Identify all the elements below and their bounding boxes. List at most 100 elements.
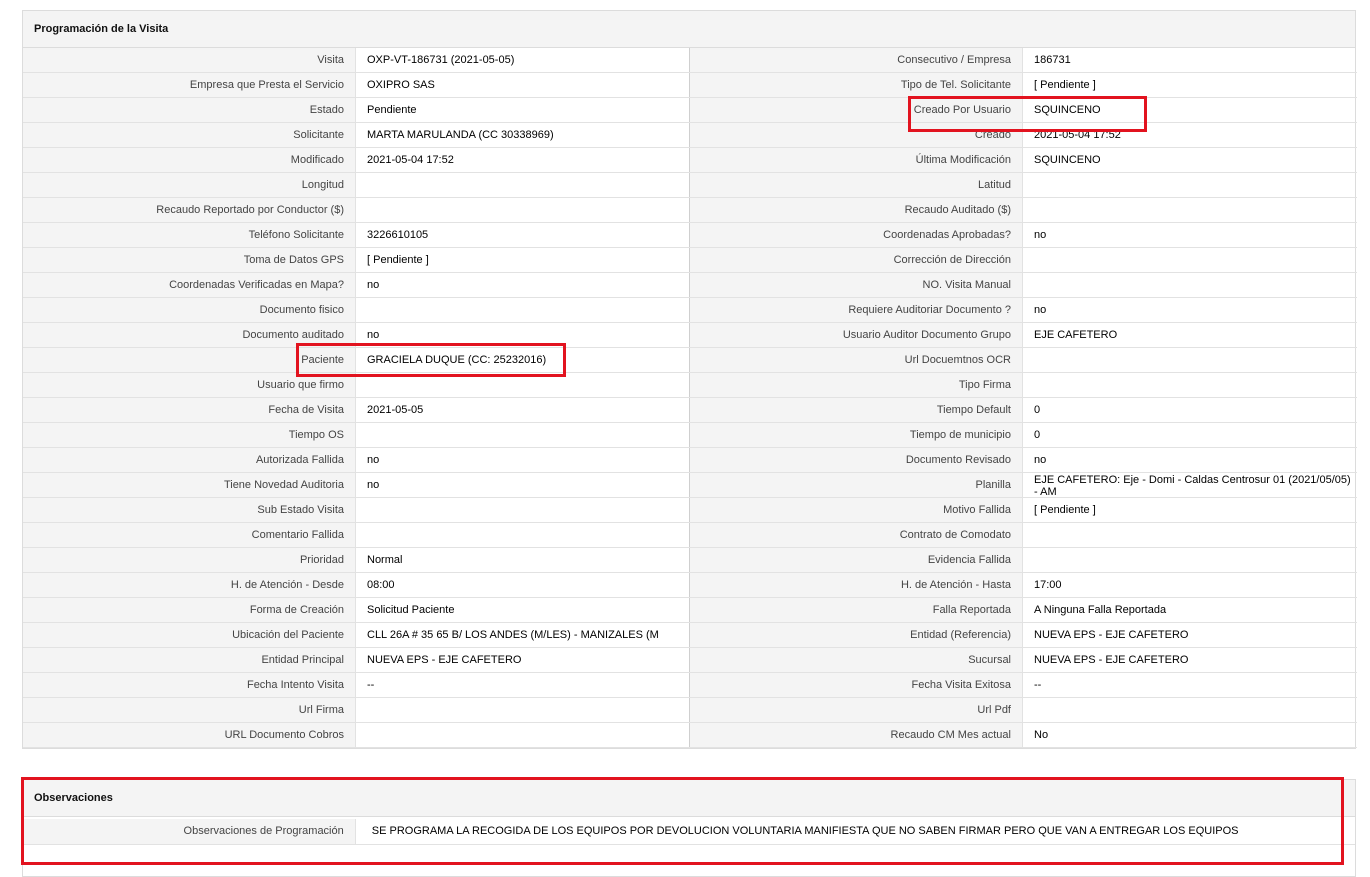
- field-label: Recaudo CM Mes actual: [690, 723, 1023, 747]
- field-row-telefono-solicitante: Teléfono Solicitante 3226610105: [23, 223, 690, 248]
- observaciones-panel: Observaciones Observaciones de Programac…: [22, 779, 1356, 877]
- field-label: Tipo Firma: [690, 373, 1023, 397]
- field-row-url-docuemtnos-ocr: Url Docuemtnos OCR: [690, 348, 1357, 373]
- field-row-visita: Visita OXP-VT-186731 (2021-05-05): [23, 48, 690, 73]
- field-row-autorizada-fallida: Autorizada Fallida no: [23, 448, 690, 473]
- field-value: [1023, 173, 1357, 197]
- field-label: Ubicación del Paciente: [23, 623, 356, 647]
- field-value: MARTA MARULANDA (CC 30338969): [356, 123, 690, 147]
- field-row-modificado: Modificado 2021-05-04 17:52: [23, 148, 690, 173]
- observaciones-label: Observaciones de Programación: [23, 819, 356, 844]
- field-value: [1023, 348, 1357, 372]
- field-row-evidencia-fallida: Evidencia Fallida: [690, 548, 1357, 573]
- field-value: OXP-VT-186731 (2021-05-05): [356, 48, 690, 72]
- field-row-creado-por-usuario: Creado Por Usuario SQUINCENO: [690, 98, 1357, 123]
- field-row-entidad-principal: Entidad Principal NUEVA EPS - EJE CAFETER…: [23, 648, 690, 673]
- field-value: Solicitud Paciente: [356, 598, 690, 622]
- field-label: Consecutivo / Empresa: [690, 48, 1023, 72]
- field-label: Url Pdf: [690, 698, 1023, 722]
- field-row-documento-auditado: Documento auditado no: [23, 323, 690, 348]
- field-row-tiempo-default: Tiempo Default 0: [690, 398, 1357, 423]
- field-label: Latitud: [690, 173, 1023, 197]
- field-value: [356, 373, 690, 397]
- field-row-ubicacion-del-paciente: Ubicación del Paciente CLL 26A # 35 65 B/…: [23, 623, 690, 648]
- field-row-estado: Estado Pendiente: [23, 98, 690, 123]
- field-label: Fecha Intento Visita: [23, 673, 356, 697]
- field-label: Recaudo Reportado por Conductor ($): [23, 198, 356, 222]
- field-row-sub-estado-visita: Sub Estado Visita: [23, 498, 690, 523]
- field-value: [1023, 523, 1357, 547]
- field-value: no: [356, 473, 690, 497]
- observaciones-row: Observaciones de Programación SE PROGRAM…: [23, 819, 1355, 845]
- field-value: [1023, 198, 1357, 222]
- field-label: Solicitante: [23, 123, 356, 147]
- field-value: Normal: [356, 548, 690, 572]
- field-label: Coordenadas Verificadas en Mapa?: [23, 273, 356, 297]
- field-row-correccion-de-direccion: Corrección de Dirección: [690, 248, 1357, 273]
- field-value: [1023, 548, 1357, 572]
- field-row-url-pdf: Url Pdf: [690, 698, 1357, 723]
- field-row-url-documento-cobros: URL Documento Cobros: [23, 723, 690, 748]
- field-label: Longitud: [23, 173, 356, 197]
- field-label: Motivo Fallida: [690, 498, 1023, 522]
- field-row-fecha-de-visita: Fecha de Visita 2021-05-05: [23, 398, 690, 423]
- field-label: Tiempo OS: [23, 423, 356, 447]
- field-row-toma-de-datos-gps: Toma de Datos GPS[ Pendiente ]: [23, 248, 690, 273]
- field-value: 2021-05-04 17:52: [356, 148, 690, 172]
- field-value: [1023, 698, 1357, 722]
- field-value: [1023, 373, 1357, 397]
- field-label: Documento Revisado: [690, 448, 1023, 472]
- field-row-recaudo-reportado-por-conductor: Recaudo Reportado por Conductor ($): [23, 198, 690, 223]
- field-label: Tipo de Tel. Solicitante: [690, 73, 1023, 97]
- field-label: Documento auditado: [23, 323, 356, 347]
- field-value: 2021-05-04 17:52: [1034, 129, 1121, 141]
- field-row-contrato-de-comodato: Contrato de Comodato: [690, 523, 1357, 548]
- field-value: [356, 523, 690, 547]
- field-label: Falla Reportada: [690, 598, 1023, 622]
- field-label: Visita: [23, 48, 356, 72]
- field-label: Entidad (Referencia): [690, 623, 1023, 647]
- field-label: Última Modificación: [690, 148, 1023, 172]
- field-value: EJE CAFETERO: [1034, 329, 1118, 341]
- field-label: Corrección de Dirección: [690, 248, 1023, 272]
- field-row-fecha-intento-visita: Fecha Intento Visita --: [23, 673, 690, 698]
- field-value: Pendiente: [356, 98, 690, 122]
- field-row-empresa-que-presta-el-servicio: Empresa que Presta el Servicio OXIPRO SAS: [23, 73, 690, 98]
- field-label: H. de Atención - Hasta: [690, 573, 1023, 597]
- field-row-documento-revisado: Documento Revisado no: [690, 448, 1357, 473]
- field-row-tiempo-os: Tiempo OS: [23, 423, 690, 448]
- field-row-usuario-que-firmo: Usuario que firmo: [23, 373, 690, 398]
- field-label: NO. Visita Manual: [690, 273, 1023, 297]
- field-row-coordenadas-verificadas-en-mapa: Coordenadas Verificadas en Mapa? no: [23, 273, 690, 298]
- field-label: Contrato de Comodato: [690, 523, 1023, 547]
- field-row-falla-reportada: Falla Reportada A Ninguna Falla Reportada: [690, 598, 1357, 623]
- field-value: SQUINCENO: [1034, 154, 1101, 166]
- field-value: 08:00: [356, 573, 690, 597]
- field-value: 186731: [1034, 54, 1071, 66]
- programacion-panel: Programación de la Visita Visita OXP-VT-1…: [22, 10, 1357, 749]
- field-row-sucursal: Sucursal NUEVA EPS - EJE CAFETERO: [690, 648, 1357, 673]
- field-value: [356, 173, 690, 197]
- observaciones-title: Observaciones: [23, 780, 1355, 817]
- field-value: no: [1034, 229, 1047, 241]
- field-value: [356, 723, 690, 747]
- field-value: [ Pendiente ]: [1034, 79, 1096, 91]
- field-row-forma-de-creacion: Forma de Creación Solicitud Paciente: [23, 598, 690, 623]
- field-label: Usuario que firmo: [23, 373, 356, 397]
- field-value: NUEVA EPS - EJE CAFETERO: [1034, 629, 1189, 641]
- field-label: Url Firma: [23, 698, 356, 722]
- field-row-recaudo-cm-mes-actual: Recaudo CM Mes actual No: [690, 723, 1357, 748]
- right-column: Consecutivo / Empresa 186731 Tipo de Tel. …: [690, 48, 1357, 748]
- field-label: Usuario Auditor Documento Grupo: [690, 323, 1023, 347]
- field-label: Forma de Creación: [23, 598, 356, 622]
- field-row-paciente: Paciente GRACIELA DUQUE (CC: 25232016): [23, 348, 690, 373]
- field-label: Toma de Datos GPS: [23, 248, 356, 272]
- field-row-consecutivo-empresa: Consecutivo / Empresa 186731: [690, 48, 1357, 73]
- field-row-url-firma: Url Firma: [23, 698, 690, 723]
- observaciones-value: SE PROGRAMA LA RECOGIDA DE LOS EQUIPOS P…: [371, 825, 1239, 837]
- field-value: no: [356, 323, 690, 347]
- field-label: Empresa que Presta el Servicio: [23, 73, 356, 97]
- field-label: Teléfono Solicitante: [23, 223, 356, 247]
- field-label: Entidad Principal: [23, 648, 356, 672]
- field-value: no: [1034, 304, 1047, 316]
